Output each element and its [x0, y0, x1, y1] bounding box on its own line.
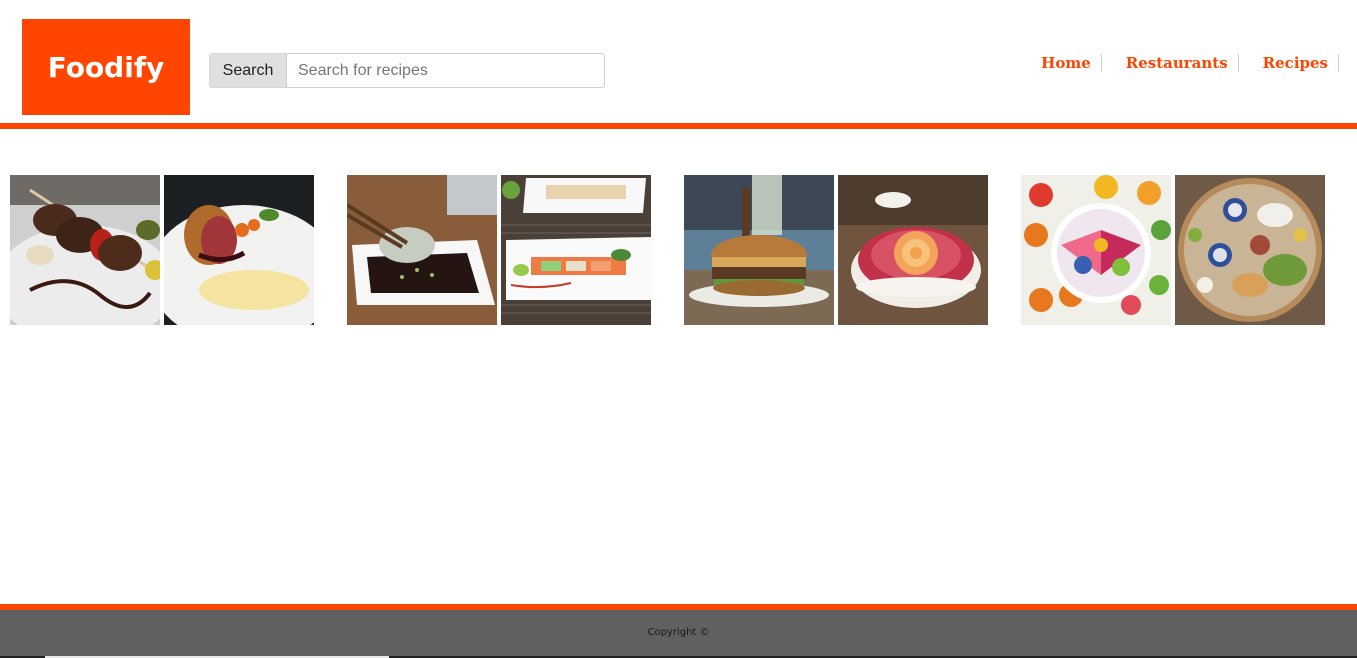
food-image-burger[interactable]: [684, 175, 834, 325]
search-input[interactable]: [286, 53, 605, 88]
nav-recipes-link[interactable]: Recipes: [1239, 54, 1339, 72]
search-bar: Search: [209, 53, 605, 88]
nav-home-link[interactable]: Home: [1041, 54, 1102, 72]
nav-restaurants-link[interactable]: Restaurants: [1102, 54, 1239, 72]
food-image-beef-wellington[interactable]: [164, 175, 314, 325]
copyright-text: Copyright ©: [647, 627, 710, 638]
main-nav: Home Restaurants Recipes: [1041, 52, 1339, 74]
food-image-peach-tart[interactable]: [838, 175, 988, 325]
search-button[interactable]: Search: [209, 53, 286, 88]
food-image-grazing-board[interactable]: [1175, 175, 1325, 325]
food-image-fruit-bowl[interactable]: [1021, 175, 1171, 325]
food-image-steak-skewer[interactable]: [10, 175, 160, 325]
site-footer: Copyright ©: [0, 610, 1357, 658]
food-image-dumpling[interactable]: [347, 175, 497, 325]
brand-logo[interactable]: Foodify: [22, 19, 190, 115]
site-header: Foodify Search Home Restaurants Recipes: [0, 0, 1357, 123]
food-image-sushi[interactable]: [501, 175, 651, 325]
header-divider: [0, 123, 1357, 129]
food-gallery: [0, 175, 1357, 325]
